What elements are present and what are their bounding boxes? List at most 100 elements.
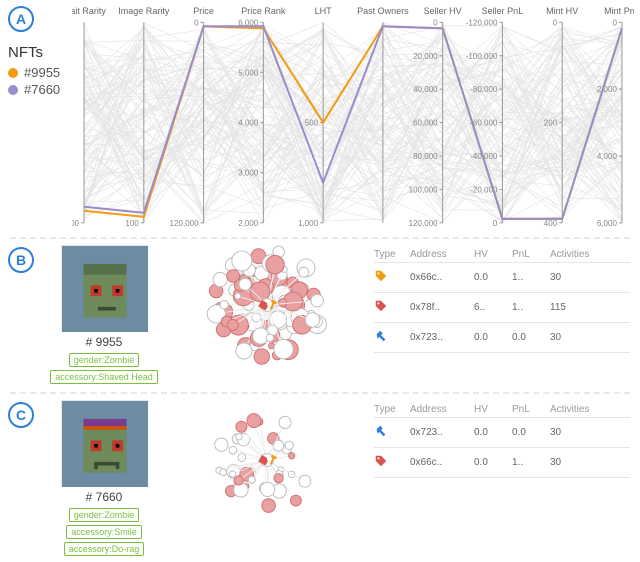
svg-text:0: 0 <box>194 18 199 27</box>
svg-text:4,000: 4,000 <box>238 119 259 128</box>
table-row[interactable]: 0x78f..6..1..115 <box>374 293 630 323</box>
svg-text:500: 500 <box>305 119 319 128</box>
row-address: 0x66c.. <box>410 272 474 283</box>
panel-badge-a: A <box>8 6 34 32</box>
svg-text:-100,000: -100,000 <box>466 52 498 61</box>
row-pnl: 1.. <box>512 457 550 468</box>
row-pnl: 0.0 <box>512 332 550 343</box>
svg-text:3,000: 3,000 <box>238 169 259 178</box>
row-activities: 30 <box>550 427 606 438</box>
row-hv: 6.. <box>474 302 512 313</box>
svg-text:120,000: 120,000 <box>170 219 199 228</box>
svg-text:LHT: LHT <box>315 6 332 16</box>
legend-label: #9955 <box>24 65 60 80</box>
svg-text:4,000: 4,000 <box>597 152 618 161</box>
svg-text:0: 0 <box>612 18 617 27</box>
svg-text:Trait Rarity: Trait Rarity <box>72 6 106 16</box>
table-header: Type Address HV PnL Activities <box>374 247 630 263</box>
svg-text:-80,000: -80,000 <box>470 85 498 94</box>
panel-badge-c: C <box>8 402 34 428</box>
row-hv: 0.0 <box>474 427 512 438</box>
tag[interactable]: accessory:Do-rag <box>64 542 145 556</box>
row-activities: 30 <box>550 332 606 343</box>
legend-label: #7660 <box>24 82 60 97</box>
svg-text:Image Rarity: Image Rarity <box>118 6 170 16</box>
svg-text:-120,000: -120,000 <box>466 18 498 27</box>
panel-a: A NFTs #9955 #7660 Trait Rarity 100 Image … <box>0 0 640 235</box>
svg-text:80,000: 80,000 <box>413 152 438 161</box>
th-address: Address <box>410 249 474 260</box>
row-address: 0x723.. <box>410 427 474 438</box>
divider-ab <box>10 237 630 239</box>
svg-text:100: 100 <box>72 219 80 228</box>
svg-text:120,000: 120,000 <box>409 219 438 228</box>
legend: NFTs #9955 #7660 <box>8 44 60 99</box>
svg-text:100,000: 100,000 <box>409 185 438 194</box>
svg-text:200: 200 <box>544 119 558 128</box>
legend-item-9955[interactable]: #9955 <box>8 65 60 80</box>
nft-tags: gender:Zombie accessory:Smile accessory:… <box>48 508 160 556</box>
table-b: Type Address HV PnL Activities 0x66c..0.… <box>374 247 630 353</box>
panel-badge-b: B <box>8 247 34 273</box>
svg-text:100: 100 <box>125 219 139 228</box>
row-pnl: 1.. <box>512 272 550 283</box>
nft-id: # 7660 <box>48 490 160 504</box>
svg-text:0: 0 <box>553 18 558 27</box>
panel-c: C # 7660 gender:Zombie accessory:Smile a… <box>0 396 640 562</box>
svg-text:Past Owners: Past Owners <box>357 6 409 16</box>
svg-text:20,000: 20,000 <box>413 52 438 61</box>
table-row[interactable]: 0x66c..0.01..30 <box>374 263 630 293</box>
svg-text:2,000: 2,000 <box>597 85 618 94</box>
legend-dot-purple <box>8 85 18 95</box>
row-address: 0x66c.. <box>410 457 474 468</box>
svg-text:400: 400 <box>544 219 558 228</box>
th-pnl: PnL <box>512 249 550 260</box>
th-hv: HV <box>474 249 512 260</box>
nft-tags: gender:Zombie accessory:Shaved Head <box>48 353 160 384</box>
table-row[interactable]: 0x723..0.00.030 <box>374 418 630 448</box>
row-hv: 0.0 <box>474 332 512 343</box>
row-type-icon <box>374 299 410 316</box>
bubble-chart-c[interactable] <box>172 400 362 520</box>
row-type-icon <box>374 454 410 471</box>
nft-card-7660[interactable]: # 7660 gender:Zombie accessory:Smile acc… <box>48 400 160 556</box>
nft-card-9955[interactable]: # 9955 gender:Zombie accessory:Shaved He… <box>48 245 160 384</box>
nft-image-icon <box>62 246 148 332</box>
table-row[interactable]: 0x723..0.00.030 <box>374 323 630 353</box>
divider-bc <box>10 392 630 394</box>
row-activities: 30 <box>550 457 606 468</box>
th-address: Address <box>410 404 474 415</box>
row-address: 0x78f.. <box>410 302 474 313</box>
parallel-coordinates-plot[interactable]: Trait Rarity 100 Image Rarity 100 Price 0 120,… <box>72 4 634 233</box>
tag[interactable]: gender:Zombie <box>69 508 140 522</box>
th-pnl: PnL <box>512 404 550 415</box>
th-hv: HV <box>474 404 512 415</box>
table-c: Type Address HV PnL Activities 0x723..0.… <box>374 402 630 478</box>
svg-text:1,000: 1,000 <box>298 219 319 228</box>
bubble-chart-b[interactable] <box>172 245 362 365</box>
table-row[interactable]: 0x66c..0.01..30 <box>374 448 630 478</box>
row-activities: 30 <box>550 272 606 283</box>
row-pnl: 0.0 <box>512 427 550 438</box>
svg-text:6,000: 6,000 <box>597 219 618 228</box>
row-hv: 0.0 <box>474 457 512 468</box>
svg-text:Seller HV: Seller HV <box>424 6 463 16</box>
row-type-icon <box>374 424 410 441</box>
nft-thumbnail <box>61 245 147 331</box>
svg-text:Mint HV: Mint HV <box>546 6 579 16</box>
th-type: Type <box>374 249 410 260</box>
svg-text:Seller PnL: Seller PnL <box>482 6 524 16</box>
legend-dot-orange <box>8 68 18 78</box>
panel-b: B # 9955 gender:Zombie accessory:Shaved … <box>0 241 640 390</box>
th-act: Activities <box>550 249 606 260</box>
tag[interactable]: accessory:Shaved Head <box>50 370 158 384</box>
tag[interactable]: accessory:Smile <box>66 525 142 539</box>
legend-item-7660[interactable]: #7660 <box>8 82 60 97</box>
legend-title: NFTs <box>8 44 60 61</box>
row-address: 0x723.. <box>410 332 474 343</box>
nft-id: # 9955 <box>48 335 160 349</box>
tag[interactable]: gender:Zombie <box>69 353 140 367</box>
table-header: Type Address HV PnL Activities <box>374 402 630 418</box>
svg-text:Price: Price <box>193 6 214 16</box>
row-type-icon <box>374 329 410 346</box>
